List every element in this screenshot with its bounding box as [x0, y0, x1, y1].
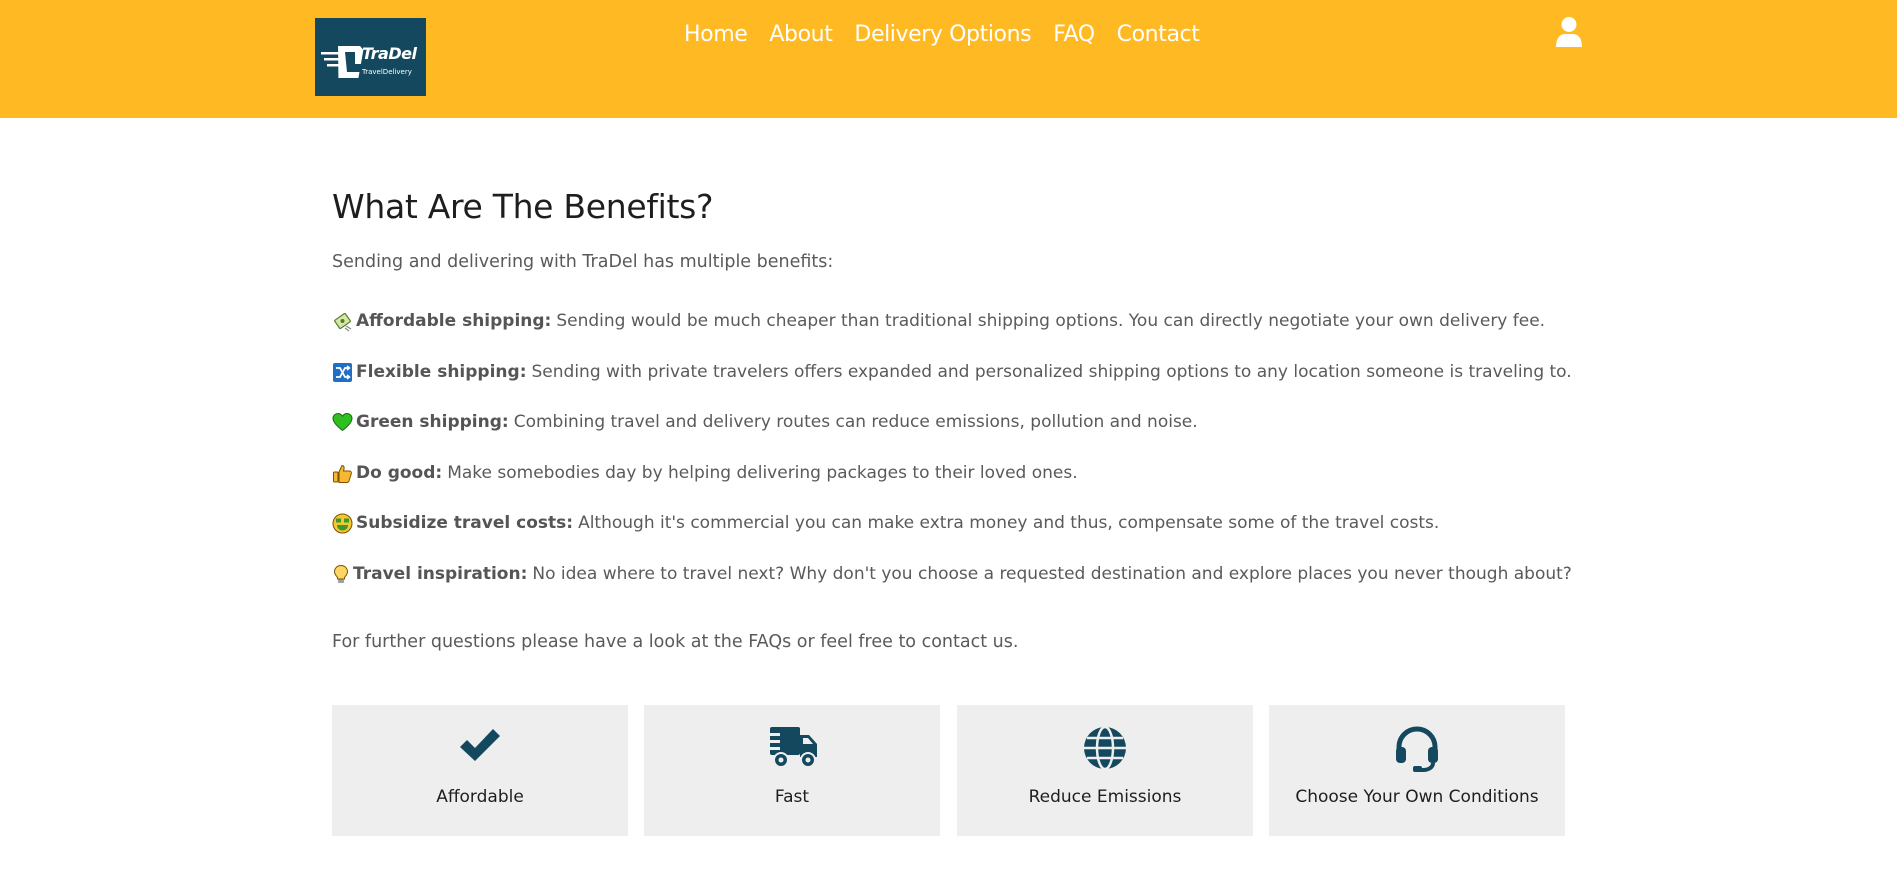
page-title: What Are The Benefits?	[332, 187, 714, 226]
feature-label: Affordable	[436, 787, 524, 807]
benefit-text: Although it's commercial you can make ex…	[578, 513, 1440, 533]
light-bulb-icon	[332, 564, 350, 585]
benefit-green: Green shipping: Combining travel and del…	[332, 410, 1198, 434]
feature-card-affordable: Affordable	[332, 705, 628, 836]
feature-card-fast: Fast	[644, 705, 940, 836]
feature-label: Choose Your Own Conditions	[1295, 787, 1539, 807]
headset-icon	[1396, 726, 1438, 772]
main-nav: Home About Delivery Options FAQ Contact	[684, 20, 1200, 50]
benefit-text: Combining travel and delivery routes can…	[513, 412, 1198, 432]
site-header: TraDel TravelDelivery Home About Deliver…	[0, 0, 1897, 118]
benefit-label: Travel inspiration:	[353, 564, 528, 584]
money-with-wings-icon	[332, 311, 353, 332]
nav-contact[interactable]: Contact	[1117, 20, 1200, 50]
benefit-label: Do good:	[356, 463, 443, 483]
benefit-text: Sending would be much cheaper than tradi…	[556, 311, 1546, 331]
benefit-do-good: Do good: Make somebodies day by helping …	[332, 461, 1078, 485]
nav-delivery-options[interactable]: Delivery Options	[854, 20, 1031, 50]
benefit-subsidize: Subsidize travel costs: Although it's co…	[332, 511, 1439, 535]
globe-icon	[1084, 725, 1126, 771]
nav-about[interactable]: About	[769, 20, 832, 50]
money-mouth-face-icon	[332, 513, 353, 534]
checkmark-icon	[460, 729, 500, 761]
benefit-text: Sending with private travelers offers ex…	[531, 362, 1572, 382]
nav-faq[interactable]: FAQ	[1053, 20, 1095, 50]
intro-text: Sending and delivering with TraDel has m…	[332, 252, 834, 272]
nav-home[interactable]: Home	[684, 20, 748, 50]
green-heart-icon	[332, 412, 353, 433]
shipping-fast-icon	[764, 727, 817, 768]
feature-label: Fast	[774, 787, 810, 807]
benefit-inspiration: Travel inspiration: No idea where to tra…	[332, 562, 1572, 586]
shuffle-icon	[332, 362, 353, 383]
thumbs-up-icon	[332, 463, 353, 484]
user-icon[interactable]	[1555, 16, 1583, 48]
benefit-affordable: Affordable shipping: Sending would be mu…	[332, 309, 1545, 333]
benefit-text: Make somebodies day by helping deliverin…	[447, 463, 1078, 483]
benefit-label: Affordable shipping:	[356, 311, 552, 331]
logo-tagline: TravelDelivery	[362, 68, 412, 76]
feature-card-own-conditions: Choose Your Own Conditions	[1269, 705, 1565, 836]
tradel-logo[interactable]: TraDel TravelDelivery	[315, 18, 426, 96]
benefit-label: Subsidize travel costs:	[356, 513, 574, 533]
benefit-flexible: Flexible shipping: Sending with private …	[332, 360, 1572, 384]
benefit-text: No idea where to travel next? Why don't …	[532, 564, 1572, 584]
feature-card-reduce-emissions: Reduce Emissions	[957, 705, 1253, 836]
outro-text: For further questions please have a look…	[332, 632, 1019, 652]
feature-label: Reduce Emissions	[1028, 787, 1182, 807]
logo-brand: TraDel	[362, 44, 417, 63]
benefit-label: Flexible shipping:	[356, 362, 527, 382]
benefit-label: Green shipping:	[356, 412, 509, 432]
